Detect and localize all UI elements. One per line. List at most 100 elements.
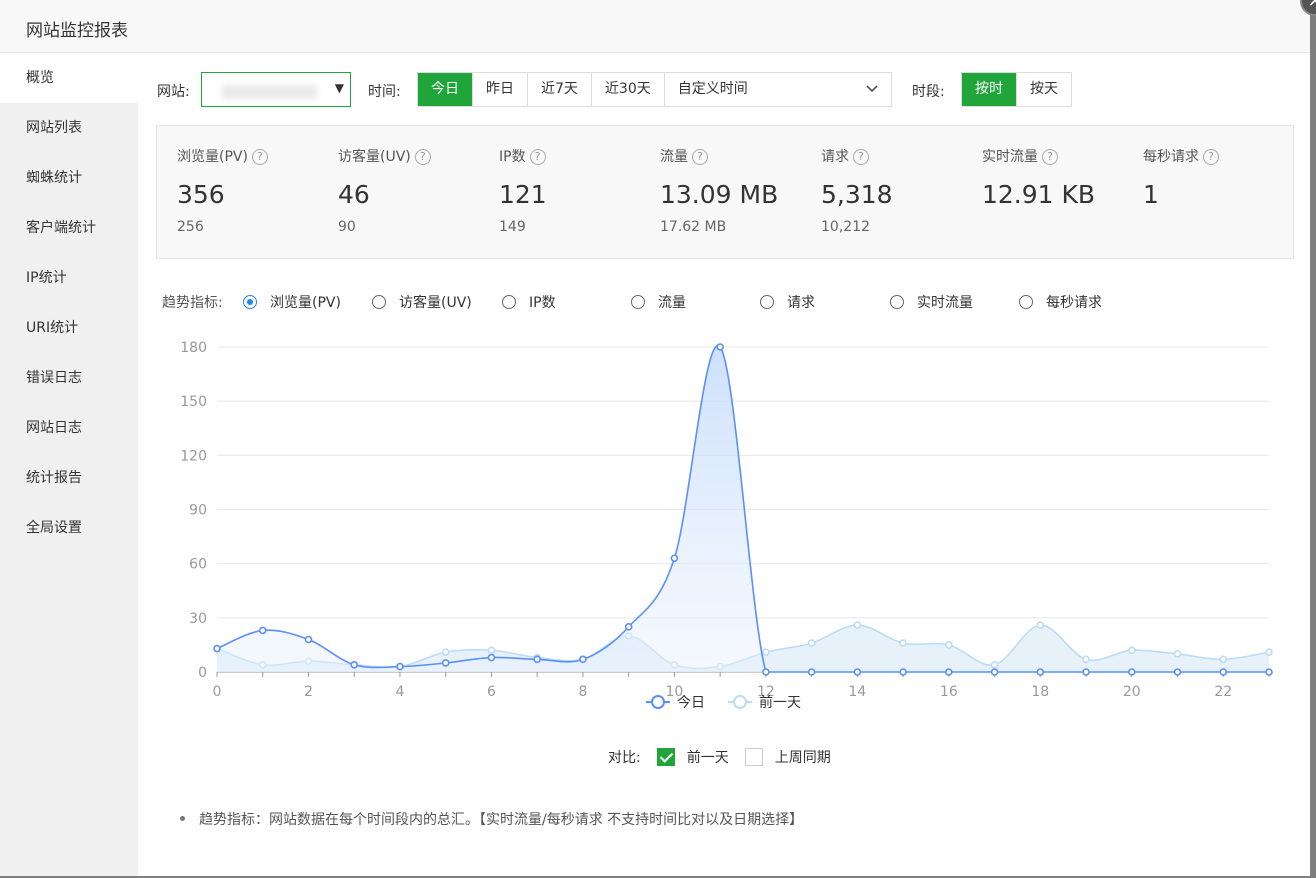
x-tick-label: 14 (848, 684, 866, 700)
series-today-point (1036, 668, 1045, 676)
radio-icon (502, 295, 516, 309)
series-yesterday-point (1219, 655, 1228, 664)
radio-label: IP数 (529, 295, 556, 311)
series-today-point (1265, 668, 1273, 676)
trend-radio-requests[interactable]: 请求 (760, 292, 815, 312)
sidebar-item-site-log[interactable]: 网站日志 (0, 403, 138, 453)
stat-name: 流量 (660, 149, 688, 165)
series-today-point (945, 668, 953, 676)
help-icon[interactable]: ? (1042, 149, 1058, 165)
series-yesterday-point (441, 648, 450, 656)
compare-prev-day-checkbox[interactable] (656, 748, 675, 766)
radio-icon (1019, 295, 1033, 309)
filter-toolbar: 网站: ▼ 时间: 今日 昨日 近7天 近30天 自定义时间 时段: 按时 按天 (157, 72, 1297, 108)
stat-value: 356 (177, 180, 225, 209)
stat-value: 13.09 MB (660, 180, 779, 209)
series-yesterday-point (1036, 621, 1045, 629)
sidebar-item-ip-stats[interactable]: IP统计 (0, 253, 138, 303)
time-label: 时间: (368, 84, 401, 100)
series-today-point (1219, 668, 1228, 676)
series-today-point (258, 626, 267, 635)
series-today-point (1082, 668, 1090, 676)
sidebar-item-uri-stats[interactable]: URI统计 (0, 303, 138, 353)
series-yesterday-point (853, 621, 862, 629)
help-icon[interactable]: ? (853, 149, 869, 165)
legend-today-label: 今日 (677, 695, 705, 711)
period-day-button[interactable]: 按天 (1017, 73, 1071, 106)
stat-value: 121 (499, 180, 547, 209)
series-yesterday-point (990, 660, 999, 669)
x-tick-label: 8 (578, 684, 587, 700)
help-icon[interactable]: ? (251, 149, 268, 165)
trend-radio-realtime[interactable]: 实时流量 (890, 292, 973, 312)
time-today-button[interactable]: 今日 (418, 73, 473, 106)
series-today-point (1173, 668, 1182, 676)
radio-label: 请求 (787, 295, 815, 311)
stat-requests: 请求? 5,318 10,212 (821, 146, 893, 235)
sidebar-item-client-stats[interactable]: 客户端统计 (0, 203, 138, 253)
x-tick-label: 0 (213, 684, 222, 700)
compare-label: 对比: (608, 750, 641, 766)
site-select[interactable]: ▼ (201, 72, 351, 107)
compare-last-week-checkbox[interactable] (744, 748, 763, 766)
series-yesterday-point (1173, 650, 1182, 658)
time-7days-button[interactable]: 近7天 (528, 73, 592, 106)
help-icon[interactable]: ? (1203, 149, 1219, 165)
series-today-point (853, 668, 862, 676)
series-today-point (396, 662, 404, 671)
help-icon[interactable]: ? (692, 149, 708, 165)
custom-time-input[interactable]: 自定义时间 (664, 73, 891, 106)
trend-radio-ip[interactable]: IP数 (502, 292, 556, 312)
bullet-icon (180, 816, 185, 821)
legend-yesterday-swatch-dot (733, 695, 747, 709)
trend-radio-uv[interactable]: 访客量(UV) (372, 292, 472, 312)
series-today-point (670, 554, 679, 563)
help-note-text: 趋势指标：网站数据在每个时间段内的总汇。【实时流量/每秒请求 不支持时间比对以及… (199, 812, 804, 828)
series-today-point (441, 659, 450, 667)
help-icon[interactable]: ? (529, 149, 546, 165)
x-tick-label: 4 (395, 684, 404, 700)
time-30days-button[interactable]: 近30天 (591, 73, 665, 106)
trend-chart-svg: 03060901201501800 2 4 6 8 10 12 14 16 18 20 22今日 前一天 (180, 340, 1273, 711)
y-tick-label: 120 (180, 448, 207, 464)
site-name-redacted (222, 85, 317, 99)
series-today-point (213, 644, 221, 653)
y-tick-label: 30 (189, 611, 207, 627)
trend-selector: 趋势指标: 浏览量(PV) 访客量(UV) IP数 流量 请求 实时流量 每秒请… (162, 292, 1262, 312)
trend-radio-rps[interactable]: 每秒请求 (1019, 292, 1102, 312)
compare-last-week-label: 上周同期 (774, 750, 831, 766)
stat-name: IP数 (499, 149, 526, 165)
time-yesterday-button[interactable]: 昨日 (473, 73, 528, 106)
trend-radio-pv[interactable]: 浏览量(PV) (243, 292, 341, 312)
radio-icon (760, 295, 774, 309)
sidebar-item-global-settings[interactable]: 全局设置 (0, 503, 138, 553)
stat-prev: 17.62 MB (660, 219, 727, 235)
series-today-area (217, 345, 1269, 672)
sidebar-item-spider-stats[interactable]: 蜘蛛统计 (0, 153, 138, 203)
x-tick-label: 22 (1214, 684, 1232, 700)
sidebar-item-error-log[interactable]: 错误日志 (0, 353, 138, 403)
series-today-point (579, 655, 587, 664)
sidebar: 概览 网站列表 蜘蛛统计 客户端统计 IP统计 URI统计 错误日志 网站日志 … (0, 53, 138, 876)
radio-icon (890, 295, 904, 309)
series-yesterday-point (762, 648, 770, 656)
radio-label: 浏览量(PV) (270, 295, 341, 311)
custom-time-placeholder: 自定义时间 (677, 81, 748, 97)
compare-prev-day-label: 前一天 (686, 750, 729, 766)
y-tick-label: 0 (198, 665, 207, 681)
trend-radio-traffic[interactable]: 流量 (631, 292, 686, 312)
period-hour-button[interactable]: 按时 (962, 73, 1017, 106)
sidebar-item-report[interactable]: 统计报告 (0, 453, 138, 503)
stat-value: 1 (1143, 180, 1159, 209)
sidebar-item-site-list[interactable]: 网站列表 (0, 103, 138, 153)
help-note: 趋势指标：网站数据在每个时间段内的总汇。【实时流量/每秒请求 不支持时间比对以及… (180, 809, 803, 829)
series-today-point (899, 668, 907, 676)
title-bar: 网站监控报表 (0, 0, 1310, 53)
sidebar-item-overview[interactable]: 概览 (0, 53, 138, 103)
compare-options: 对比: 前一天 上周同期 (608, 747, 831, 767)
help-icon[interactable]: ? (414, 149, 431, 165)
x-tick-label: 2 (304, 684, 313, 700)
y-tick-label: 180 (180, 340, 207, 356)
stat-name: 实时流量 (982, 149, 1038, 165)
radio-label: 实时流量 (917, 295, 973, 311)
